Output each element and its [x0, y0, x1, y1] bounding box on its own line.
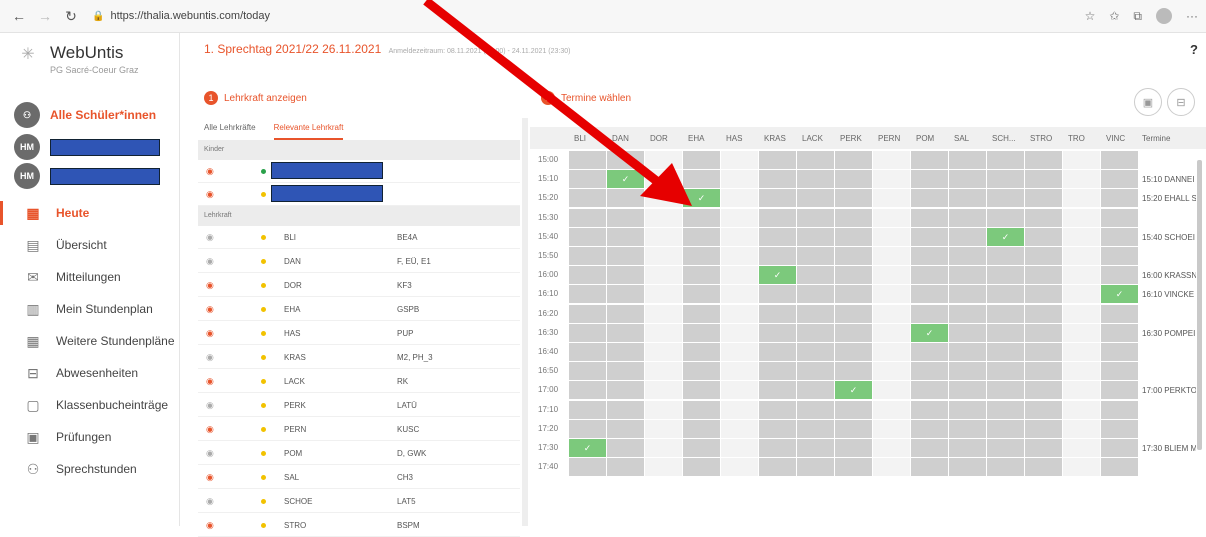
annotation-arrow [423, 0, 692, 206]
arrow-shaft [423, 0, 666, 190]
